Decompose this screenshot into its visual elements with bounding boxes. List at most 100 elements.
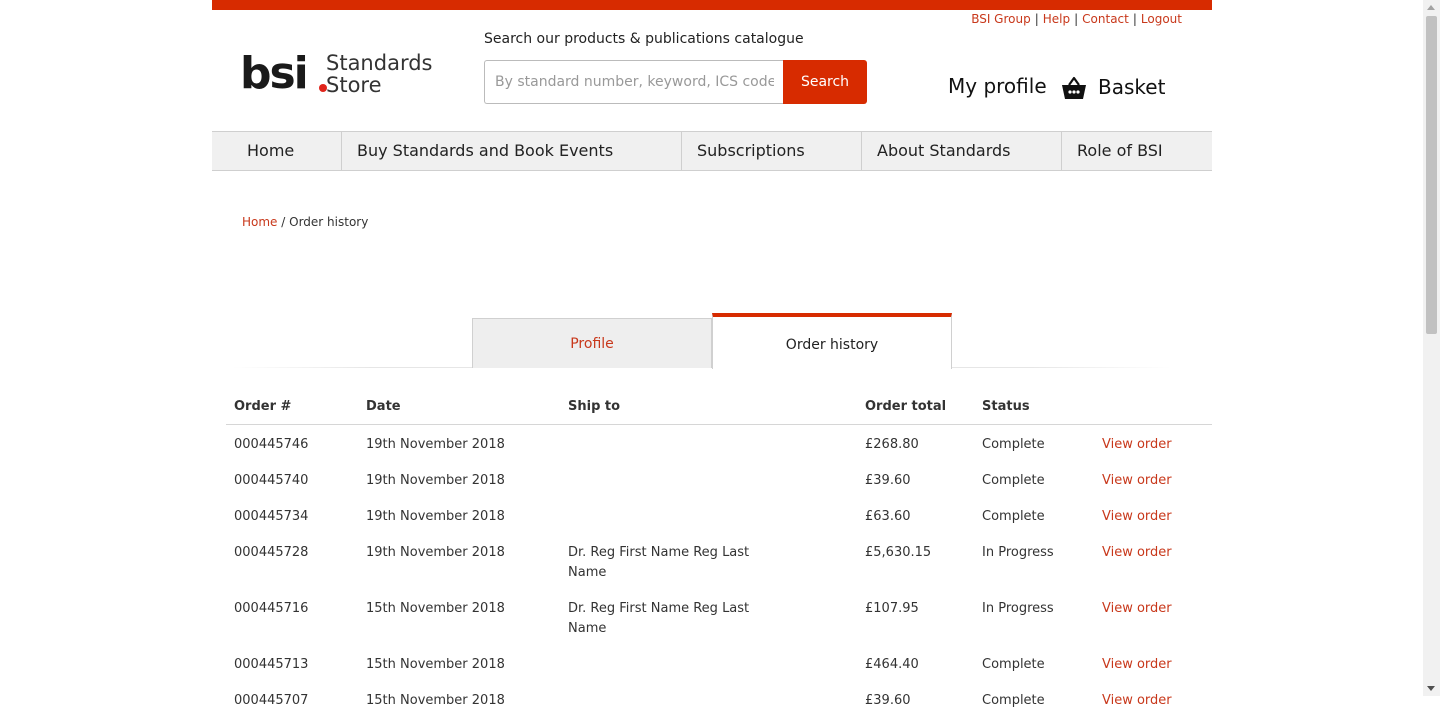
order-total: £464.40 (865, 657, 919, 672)
order-ship-to (560, 655, 857, 681)
order-total: £63.60 (865, 509, 911, 524)
header-order-number: Order # (234, 399, 292, 414)
view-order-link[interactable]: View order (1102, 693, 1172, 708)
help-link[interactable]: Help (1043, 12, 1070, 26)
order-number: 000445734 (234, 509, 309, 524)
view-order-cell: View order (1094, 543, 1212, 589)
order-ship-to: Dr. Reg First Name Reg Last Name (568, 601, 750, 636)
logo-line-2: Store (326, 73, 382, 97)
nav-item-buy-standards[interactable]: Buy Standards and Book Events (342, 132, 682, 170)
logout-link[interactable]: Logout (1141, 12, 1182, 26)
nav-item-role-of-bsi[interactable]: Role of BSI (1062, 132, 1212, 170)
order-date: 15th November 2018 (366, 693, 505, 708)
contact-link[interactable]: Contact (1082, 12, 1129, 26)
header-ship-to: Ship to (568, 399, 621, 414)
breadcrumb-current: Order history (289, 215, 369, 229)
view-order-cell: View order (1094, 655, 1212, 681)
utility-links: BSI Group | Help | Contact | Logout (971, 12, 1182, 26)
order-status: In Progress (982, 601, 1054, 616)
tab-order-history[interactable]: Order history (712, 313, 952, 369)
table-row: 000445716 15th November 2018 Dr. Reg Fir… (226, 589, 1212, 645)
view-order-link[interactable]: View order (1102, 657, 1172, 672)
order-number: 000445728 (234, 545, 309, 560)
header-status: Status (982, 399, 1030, 414)
basket-icon (1062, 76, 1086, 99)
view-order-cell: View order (1094, 507, 1212, 533)
order-date: 19th November 2018 (366, 437, 505, 452)
order-status: Complete (982, 657, 1045, 672)
page-scrollbar[interactable] (1423, 0, 1440, 696)
separator: | (1074, 12, 1079, 26)
order-ship-to (560, 691, 857, 717)
view-order-cell: View order (1094, 435, 1212, 461)
bsi-group-link[interactable]: BSI Group (971, 12, 1031, 26)
table-row: 000445740 19th November 2018 £39.60 Comp… (226, 461, 1212, 497)
view-order-link[interactable]: View order (1102, 509, 1172, 524)
logo-line-1: Standards (326, 51, 433, 75)
table-header: Order # Date Ship to Order total Status (226, 390, 1212, 425)
order-number: 000445740 (234, 473, 309, 488)
order-ship-to (560, 507, 857, 533)
table-row: 000445728 19th November 2018 Dr. Reg Fir… (226, 533, 1212, 589)
view-order-link[interactable]: View order (1102, 473, 1172, 488)
my-profile-link[interactable]: My profile (948, 74, 1047, 98)
order-status: Complete (982, 473, 1045, 488)
header-date: Date (366, 399, 401, 414)
tab-profile[interactable]: Profile (472, 318, 712, 368)
page: BSI Group | Help | Contact | Logout bsi Standa… (212, 0, 1212, 708)
order-status: Complete (982, 509, 1045, 524)
order-date: 19th November 2018 (366, 545, 505, 560)
order-status: Complete (982, 437, 1045, 452)
order-date: 15th November 2018 (366, 657, 505, 672)
order-number: 000445707 (234, 693, 309, 708)
order-ship-to: Dr. Reg First Name Reg Last Name (568, 545, 750, 580)
breadcrumb-home-link[interactable]: Home (242, 215, 277, 229)
search-label: Search our products & publications catal… (484, 31, 804, 47)
search-input[interactable] (484, 60, 784, 104)
scrollbar-thumb[interactable] (1426, 16, 1437, 334)
order-total: £268.80 (865, 437, 919, 452)
scroll-down-arrow-icon[interactable] (1427, 686, 1435, 691)
view-order-link[interactable]: View order (1102, 437, 1172, 452)
order-number: 000445746 (234, 437, 309, 452)
order-number: 000445713 (234, 657, 309, 672)
order-total: £39.60 (865, 473, 911, 488)
order-total: £39.60 (865, 693, 911, 708)
view-order-cell: View order (1094, 691, 1212, 717)
order-date: 19th November 2018 (366, 509, 505, 524)
order-status: In Progress (982, 545, 1054, 560)
view-order-cell: View order (1094, 599, 1212, 645)
table-row: 000445707 15th November 2018 £39.60 Comp… (226, 681, 1212, 717)
table-row: 000445713 15th November 2018 £464.40 Com… (226, 645, 1212, 681)
order-total: £5,630.15 (865, 545, 932, 560)
basket-label: Basket (1098, 75, 1166, 99)
main-nav: Home Buy Standards and Book Events Subsc… (212, 131, 1212, 171)
search-button[interactable]: Search (783, 60, 867, 104)
table-row: 000445746 19th November 2018 £268.80 Com… (226, 425, 1212, 461)
order-date: 15th November 2018 (366, 601, 505, 616)
orders-table: Order # Date Ship to Order total Status … (226, 390, 1212, 717)
scroll-up-arrow-icon[interactable] (1427, 5, 1435, 10)
nav-item-subscriptions[interactable]: Subscriptions (682, 132, 862, 170)
separator: | (1034, 12, 1039, 26)
top-accent-bar (212, 0, 1212, 10)
nav-item-about-standards[interactable]: About Standards (862, 132, 1062, 170)
order-number: 000445716 (234, 601, 309, 616)
order-ship-to (560, 471, 857, 497)
order-status: Complete (982, 693, 1045, 708)
header-actions (1094, 390, 1212, 424)
view-order-link[interactable]: View order (1102, 545, 1172, 560)
breadcrumb-separator: / (281, 215, 286, 229)
header-order-total: Order total (865, 399, 947, 414)
logo-bsi-text: bsi (240, 48, 309, 99)
table-row: 000445734 19th November 2018 £63.60 Comp… (226, 497, 1212, 533)
order-date: 19th November 2018 (366, 473, 505, 488)
separator: | (1132, 12, 1137, 26)
order-ship-to (560, 435, 857, 461)
breadcrumb: Home / Order history (242, 215, 368, 229)
logo-subtitle: Standards Store (326, 52, 432, 96)
nav-item-home[interactable]: Home (212, 132, 342, 170)
order-total: £107.95 (865, 601, 919, 616)
view-order-link[interactable]: View order (1102, 601, 1172, 616)
view-order-cell: View order (1094, 471, 1212, 497)
